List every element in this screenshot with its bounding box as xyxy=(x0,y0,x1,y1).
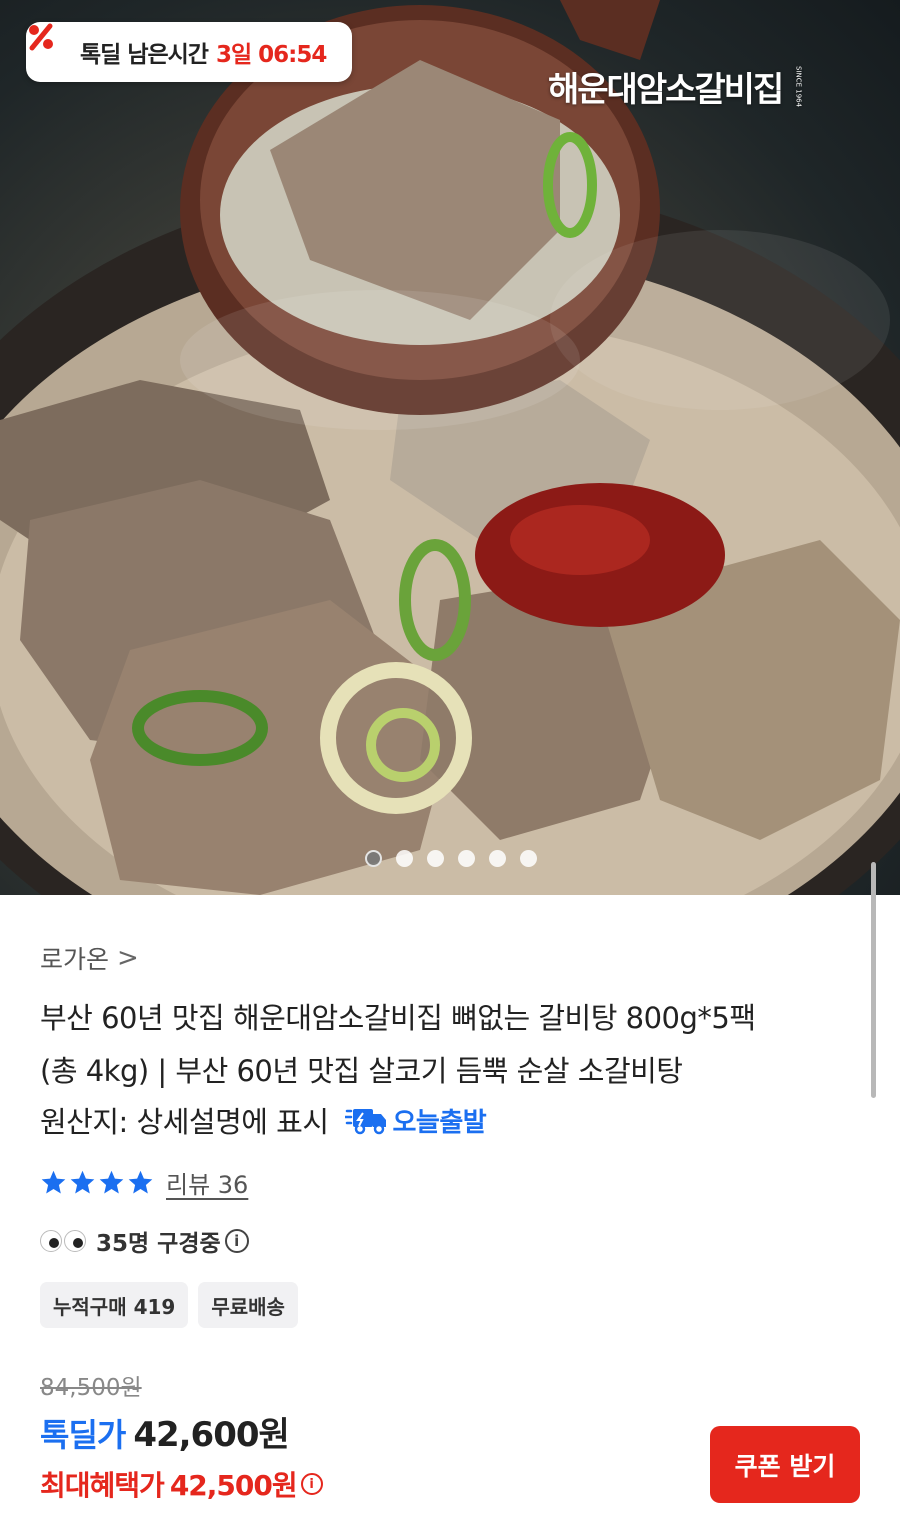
star-icon xyxy=(128,1170,153,1194)
seller-name: 로가온 xyxy=(40,945,110,974)
viewers-text: 35명 구경중 xyxy=(96,1231,221,1257)
viewers-row: 35명 구경중 i xyxy=(40,1224,249,1258)
deal-price: 42,600원 xyxy=(133,1415,289,1455)
chip-purchase-count: 누적구매 419 xyxy=(40,1282,189,1328)
brand-logo: 해운대암소갈비집 SINCE 1964 xyxy=(548,62,802,111)
star-rating xyxy=(40,1169,154,1196)
deal-price-label: 톡딜가 xyxy=(40,1416,126,1454)
carousel-dot[interactable] xyxy=(458,850,475,867)
timer-label: 톡딜 남은시간 xyxy=(80,42,209,68)
star-icon xyxy=(41,1170,66,1194)
truck-icon xyxy=(344,1109,386,1135)
carousel-dot[interactable] xyxy=(427,850,444,867)
star-icon xyxy=(99,1170,124,1194)
carousel-dot[interactable] xyxy=(396,850,413,867)
carousel-indicator xyxy=(365,850,537,867)
max-benefit-price: 42,500원 xyxy=(169,1469,298,1502)
deal-price-row: 톡딜가 42,600원 xyxy=(40,1407,290,1456)
rating-row: 리뷰 36 xyxy=(40,1165,248,1200)
chevron-right-icon: > xyxy=(117,943,139,973)
deal-timer-badge: 톡딜 남은시간 3일 06:54 xyxy=(26,22,352,82)
percent-icon xyxy=(29,23,74,69)
shipping-tag: 오늘출발 xyxy=(344,1102,487,1139)
original-price: 84,500원 xyxy=(40,1375,142,1401)
info-icon[interactable]: i xyxy=(224,1229,249,1253)
carousel-dot[interactable] xyxy=(520,850,537,867)
product-title: 부산 60년 맛집 해운대암소갈비집 뼈없는 갈비탕 800g*5팩 (총 4k… xyxy=(40,992,870,1098)
product-title-line: 부산 60년 맛집 해운대암소갈비집 뼈없는 갈비탕 800g*5팩 xyxy=(40,1001,756,1035)
info-icon[interactable]: i xyxy=(300,1473,323,1495)
shipping-tag-label: 오늘출발 xyxy=(392,1107,487,1138)
carousel-dot-active[interactable] xyxy=(365,850,382,867)
product-chips: 누적구매 419 무료배송 xyxy=(40,1282,298,1328)
brand-since: SINCE 1964 xyxy=(794,66,803,108)
seller-link[interactable]: 로가온 > xyxy=(40,940,139,976)
max-benefit-label: 최대혜택가 xyxy=(40,1469,165,1502)
carousel-dot[interactable] xyxy=(489,850,506,867)
scrollbar[interactable] xyxy=(871,862,876,1098)
origin-row: 원산지: 상세설명에 표시 오늘출발 xyxy=(40,1098,487,1142)
soup-photo xyxy=(0,0,900,895)
product-image-carousel[interactable]: 톡딜 남은시간 3일 06:54 해운대암소갈비집 SINCE 1964 xyxy=(0,0,900,895)
review-link[interactable]: 리뷰 36 xyxy=(166,1165,248,1200)
max-benefit-row: 최대혜택가 42,500원 i xyxy=(40,1464,323,1504)
chip-free-shipping: 무료배송 xyxy=(198,1282,298,1328)
eyes-icon xyxy=(40,1230,86,1252)
brand-logo-text: 해운대암소갈비집 xyxy=(548,70,784,110)
star-icon xyxy=(70,1170,95,1194)
coupon-button[interactable]: 쿠폰 받기 xyxy=(710,1426,860,1503)
product-title-line: (총 4kg) | 부산 60년 맛집 살코기 듬뿍 순살 소갈비탕 xyxy=(40,1054,683,1088)
origin-text: 원산지: 상세설명에 표시 xyxy=(40,1105,329,1139)
timer-value: 3일 06:54 xyxy=(215,42,327,68)
